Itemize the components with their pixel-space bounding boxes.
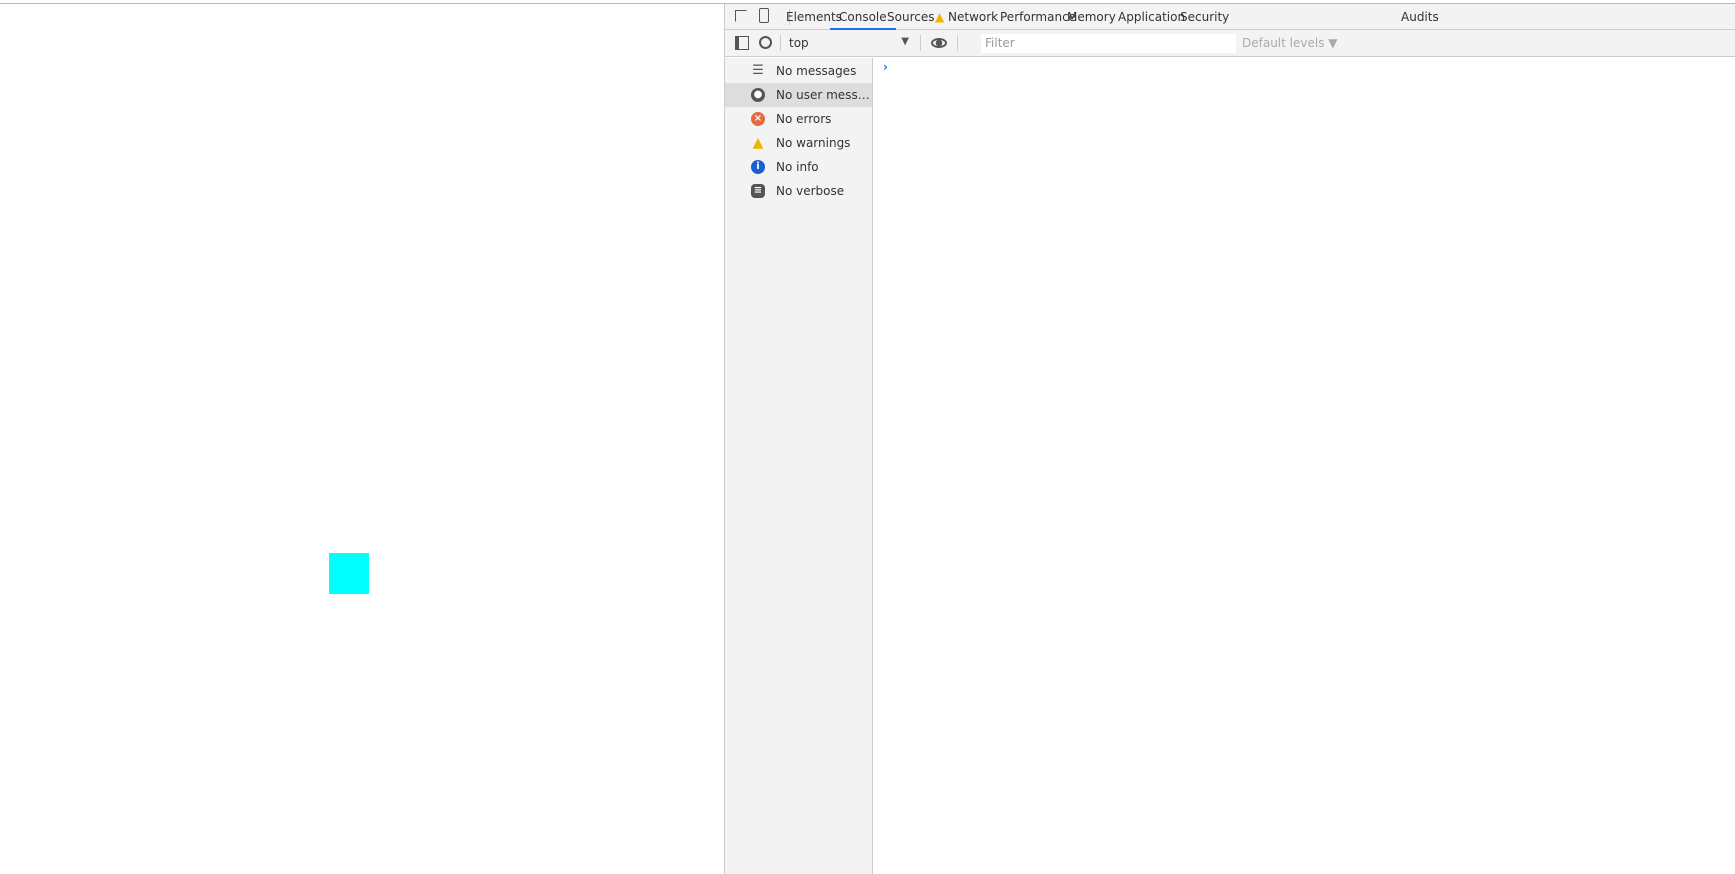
sidebar-item-user-messages[interactable]: ● No user messages <box>725 83 872 107</box>
context-select[interactable]: top ▼ <box>789 36 909 50</box>
divider <box>780 35 781 51</box>
console-prompt[interactable]: › <box>883 60 888 74</box>
console-sidebar: ☰ No messages ● No user messages × No error… <box>725 58 873 874</box>
sidebar-toggle-icon[interactable] <box>735 36 749 50</box>
sidebar-item-label: No user messages <box>776 88 872 102</box>
devtools-panel: Elements Console Sources ▲ Network Perfo… <box>724 4 1735 874</box>
info-icon: i <box>751 160 765 174</box>
tab-application[interactable]: Application <box>1118 4 1185 30</box>
sidebar-item-messages[interactable]: ☰ No messages <box>725 59 872 83</box>
warning-icon: ▲ <box>752 135 764 151</box>
chevron-down-icon: ▼ <box>901 36 909 47</box>
tab-console[interactable]: Console <box>830 4 896 30</box>
tab-security[interactable]: Security <box>1180 4 1229 30</box>
warning-icon: ▲ <box>935 10 945 24</box>
sidebar-item-label: No verbose <box>776 184 845 198</box>
sidebar-item-verbose[interactable]: ≡ No verbose <box>725 179 872 203</box>
tab-performance[interactable]: Performance <box>1000 4 1076 30</box>
list-icon: ☰ <box>752 63 764 78</box>
user-icon: ● <box>751 88 765 102</box>
clear-console-icon[interactable] <box>759 36 772 49</box>
sidebar-item-warnings[interactable]: ▲ No warnings <box>725 131 872 155</box>
sidebar-item-label: No messages <box>776 64 857 78</box>
devtools-tabbar: Elements Console Sources ▲ Network Perfo… <box>725 4 1735 30</box>
bug-icon: ≡ <box>751 184 765 198</box>
divider <box>920 35 921 51</box>
filter-input[interactable]: Filter <box>981 34 1236 53</box>
sidebar-item-info[interactable]: i No info <box>725 155 872 179</box>
cyan-square <box>329 553 369 594</box>
inspect-element-icon[interactable] <box>735 10 747 22</box>
console-toolbar: top ▼ Filter Default levels ▼ <box>725 30 1735 57</box>
divider <box>957 35 958 51</box>
default-levels-dropdown[interactable]: Default levels ▼ <box>1242 36 1338 50</box>
error-icon: × <box>751 112 765 126</box>
context-value: top <box>789 36 809 50</box>
device-toolbar-icon[interactable] <box>759 8 769 23</box>
tab-network[interactable]: Network <box>948 4 998 30</box>
tab-sources[interactable]: Sources <box>887 4 934 30</box>
sidebar-item-label: No errors <box>776 112 832 126</box>
sidebar-item-label: No info <box>776 160 819 174</box>
eye-icon[interactable] <box>931 38 947 48</box>
sidebar-item-errors[interactable]: × No errors <box>725 107 872 131</box>
sidebar-item-label: No warnings <box>776 136 851 150</box>
tab-audits[interactable]: Audits <box>1401 4 1439 30</box>
page-viewport <box>0 4 724 874</box>
tab-memory[interactable]: Memory <box>1067 4 1116 30</box>
